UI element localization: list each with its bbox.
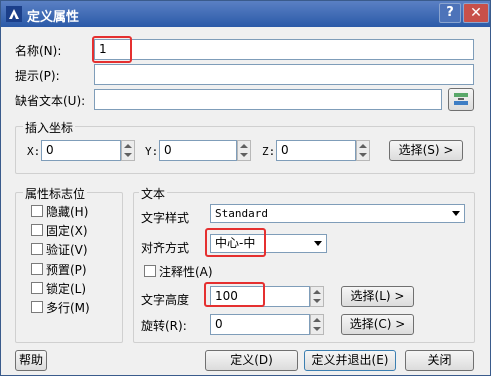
app-icon: [6, 6, 22, 22]
field-insert-icon: [454, 93, 468, 105]
rotation-label: 旋转(R):: [141, 319, 187, 333]
text-style-select[interactable]: Standard: [210, 204, 465, 223]
rotation-input[interactable]: 0: [210, 314, 310, 335]
insert-select-button[interactable]: 选择(S) >: [389, 140, 463, 161]
hidden-checkbox[interactable]: [31, 205, 43, 217]
title-close-button[interactable]: ✕: [463, 3, 489, 23]
text-height-select-button[interactable]: 选择(L) >: [341, 286, 414, 307]
text-style-label: 文字样式: [141, 211, 190, 225]
annotative-label: 注释性(A): [159, 265, 213, 279]
z-label: Z:: [262, 145, 276, 158]
x-label: X:: [27, 145, 41, 158]
hidden-label: 隐藏(H): [46, 205, 89, 219]
title-bar[interactable]: 定义属性 ? ✕: [1, 1, 490, 27]
prompt-input[interactable]: [94, 64, 474, 85]
multiline-label: 多行(M): [46, 301, 90, 315]
alignment-highlight: [205, 228, 266, 257]
text-style-value: Standard: [215, 207, 268, 220]
verify-label: 验证(V): [46, 243, 88, 257]
preset-label: 预置(P): [46, 263, 87, 277]
fixed-label: 固定(X): [46, 224, 88, 238]
define-and-exit-button[interactable]: 定义并退出(E): [304, 350, 396, 371]
verify-checkbox[interactable]: [31, 243, 43, 255]
text-height-label: 文字高度: [141, 293, 190, 307]
rotation-select-button[interactable]: 选择(C) >: [341, 314, 414, 335]
z-spinner[interactable]: [356, 140, 370, 161]
x-input[interactable]: 0: [41, 140, 121, 161]
attribute-flags-title: 属性标志位: [23, 185, 88, 202]
chevron-down-icon: [452, 211, 460, 216]
preset-checkbox[interactable]: [31, 263, 43, 275]
multiline-checkbox[interactable]: [31, 301, 43, 313]
name-input[interactable]: 1: [94, 39, 474, 60]
text-height-spinner[interactable]: [310, 286, 324, 307]
y-spinner[interactable]: [237, 140, 251, 161]
fixed-checkbox[interactable]: [31, 224, 43, 236]
default-text-label: 缺省文本(U):: [15, 94, 86, 108]
x-spinner[interactable]: [121, 140, 135, 161]
default-text-input[interactable]: [94, 89, 442, 110]
chevron-down-icon: [314, 241, 322, 246]
window-title: 定义属性: [27, 10, 80, 25]
name-label: 名称(N):: [15, 44, 62, 58]
define-attribute-dialog: 定义属性 ? ✕ 名称(N): 1 提示(P): 缺省文本(U): 插入坐标 X…: [0, 0, 491, 376]
insert-field-button[interactable]: [448, 88, 474, 111]
z-input[interactable]: 0: [276, 140, 356, 161]
y-label: Y:: [145, 145, 159, 158]
help-button[interactable]: 帮助: [15, 350, 47, 371]
rotation-spinner[interactable]: [310, 314, 324, 335]
alignment-label: 对齐方式: [141, 241, 190, 255]
insert-coordinates-title: 插入坐标: [23, 119, 76, 136]
title-help-button[interactable]: ?: [439, 3, 461, 23]
close-button[interactable]: 关闭: [405, 350, 474, 371]
text-group-title: 文本: [139, 185, 168, 202]
lock-checkbox[interactable]: [31, 282, 43, 294]
lock-label: 锁定(L): [46, 282, 87, 296]
y-input[interactable]: 0: [159, 140, 237, 161]
annotative-checkbox[interactable]: [144, 265, 156, 277]
prompt-label: 提示(P):: [15, 69, 60, 83]
define-button[interactable]: 定义(D): [205, 350, 298, 371]
text-height-highlight: [204, 282, 265, 307]
name-highlight: [92, 36, 132, 63]
